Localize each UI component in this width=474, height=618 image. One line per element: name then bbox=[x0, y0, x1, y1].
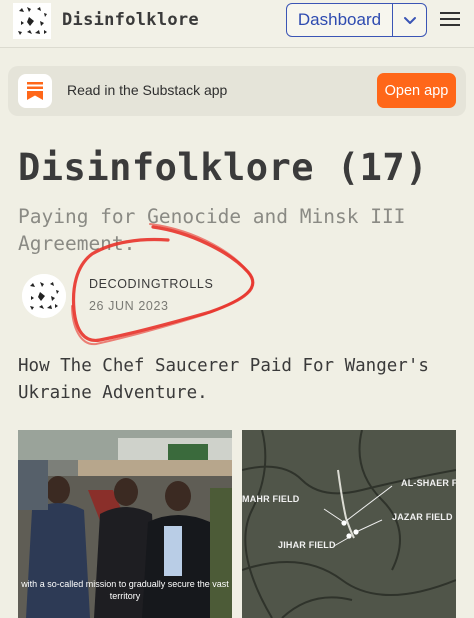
top-bar: Disinfolklore Dashboard bbox=[0, 0, 474, 48]
video-caption: with a so-called mission to gradually se… bbox=[21, 579, 229, 601]
substack-logo-icon bbox=[18, 74, 52, 108]
avatar-pattern-icon bbox=[22, 274, 66, 318]
post-date: 26 JUN 2023 bbox=[89, 299, 169, 313]
author-name[interactable]: DECODINGTROLLS bbox=[89, 277, 213, 291]
dashboard-button-group: Dashboard bbox=[286, 3, 427, 37]
author-avatar[interactable] bbox=[22, 274, 66, 318]
map-label-mahr: MAHR FIELD bbox=[242, 494, 300, 504]
publication-name[interactable]: Disinfolklore bbox=[62, 10, 199, 30]
hamburger-menu-icon[interactable] bbox=[440, 11, 460, 27]
map-label-al-shaer: AL-SHAER FIELD bbox=[401, 478, 456, 488]
news-photo[interactable]: with a so-called mission to gradually se… bbox=[18, 430, 232, 618]
map-illustration bbox=[242, 430, 456, 618]
publication-logo-icon[interactable] bbox=[13, 3, 51, 39]
map-label-jazar: JAZAR FIELD bbox=[392, 512, 453, 522]
oil-fields-map[interactable]: AL-SHAER FIELD MAHR FIELD JAZAR FIELD JI… bbox=[242, 430, 456, 618]
banner-text: Read in the Substack app bbox=[67, 82, 228, 98]
dashboard-button[interactable]: Dashboard bbox=[287, 4, 393, 36]
post-title: Disinfolklore (17) bbox=[18, 146, 428, 189]
post-lede: How The Chef Saucerer Paid For Wanger's … bbox=[18, 356, 429, 403]
chevron-down-icon bbox=[403, 16, 416, 24]
post-subtitle: Paying for Genocide and Minsk III Agreem… bbox=[18, 205, 406, 255]
dashboard-dropdown-button[interactable] bbox=[393, 4, 426, 36]
open-app-button[interactable]: Open app bbox=[377, 73, 456, 108]
substack-app-banner: Read in the Substack app Open app bbox=[8, 66, 466, 116]
map-label-jihar: JIHAR FIELD bbox=[278, 540, 336, 550]
